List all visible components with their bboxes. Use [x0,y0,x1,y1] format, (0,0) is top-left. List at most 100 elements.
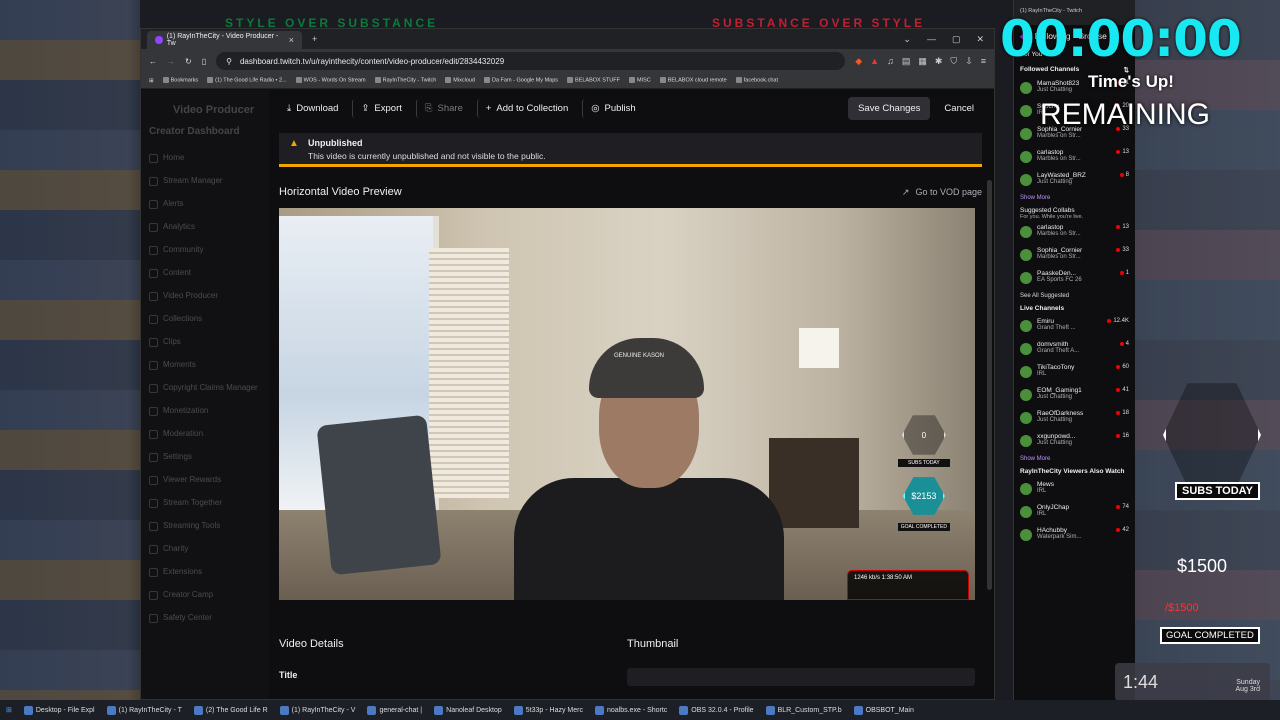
save-changes-button[interactable]: Save Changes [848,96,931,120]
sidebar-item[interactable]: Settings [149,446,261,469]
add-to-collection-button[interactable]: + Add to Collection [476,98,576,118]
taskbar-item[interactable]: OBSBOT_Main [853,705,914,715]
sidebar-item[interactable]: Moderation [149,423,261,446]
channel-row[interactable]: carlastop Marbles on Str... 13 [1014,222,1135,245]
sidebar-item[interactable]: Clips [149,331,261,354]
sidebar-item[interactable]: Moments [149,354,261,377]
forward-icon[interactable]: → [167,57,175,66]
bookmark-item[interactable]: BELABOX cloud remote [659,77,727,84]
avatar [1020,483,1032,495]
sidebar-item[interactable]: Content [149,262,261,285]
publish-button[interactable]: ◎ Publish [582,98,643,118]
bookmark-item[interactable]: MISC [628,77,651,84]
channel-row[interactable]: PaaskeDen... EA Sports FC 26 1 [1014,268,1135,291]
channel-row[interactable]: Sophia_Cornier Marbles on Str... 33 [1014,245,1135,268]
sidebar-item[interactable]: Stream Together [149,492,261,515]
sidebar-item[interactable]: Monetization [149,400,261,423]
taskbar-item[interactable]: BLR_Custom_STP.b [765,705,842,715]
see-all-suggested-link[interactable]: See All Suggested [1014,291,1135,301]
wallet-icon[interactable]: ▦ [918,56,927,67]
menu-icon[interactable]: ≡ [981,56,986,67]
bookmark-icon[interactable]: ▯ [202,57,206,66]
browser-tab[interactable]: (1) RayInTheCity - Video Producer - Tw × [147,31,302,49]
minimize-icon[interactable]: — [927,34,936,45]
go-to-vod-link[interactable]: ↗ Go to VOD page [902,187,982,198]
video-preview[interactable]: GENUINE KASON 0 SUBS TODAY $2153 GOAL CO… [279,208,975,600]
channel-row[interactable]: EOM_Gaming1 Just Chatting 41 [1014,385,1135,408]
bookmark-item[interactable]: Da Fam - Google My Maps [484,77,558,84]
sidebar-item[interactable]: Collections [149,308,261,331]
channel-row[interactable]: OnlyJChap IRL 74 [1014,502,1135,525]
viewer-count: 4 [1119,341,1129,347]
warning-icon[interactable]: ▲ [870,56,879,67]
channel-row[interactable]: LayWasted_BRZ Just Chatting 8 [1014,170,1135,193]
channel-row[interactable]: TikiTacoTony IRL 60 [1014,362,1135,385]
taskbar-item[interactable]: OBS 32.0.4 - Profile [679,705,754,715]
sidebar-item[interactable]: Stream Manager [149,170,261,193]
taskbar-item[interactable]: (1) RayInTheCity - V [279,705,355,715]
taskbar-item[interactable]: general-chat | [367,705,422,715]
close-tab-icon[interactable]: × [289,35,294,45]
url-field[interactable]: ⚲ dashboard.twitch.tv/u/rayinthecity/con… [216,52,846,70]
bookmark-item[interactable]: (1) The Good Life Radio • 2... [207,77,287,84]
app-icon [106,705,116,715]
sidebar-item[interactable]: Analytics [149,216,261,239]
new-tab-icon[interactable]: + [312,34,317,44]
site-info-icon[interactable]: ⚲ [226,57,232,66]
channel-row[interactable]: domvsmith Grand Theft A... 4 [1014,339,1135,362]
taskbar-item[interactable]: (1) RayInTheCity - T [106,705,182,715]
windows-start-icon[interactable]: ⊞ [6,706,12,714]
download-button[interactable]: ⤓ Download [279,99,346,118]
close-window-icon[interactable]: ✕ [976,34,984,45]
scrollbar[interactable] [987,180,992,590]
show-more-live-link[interactable]: Show More [1014,454,1135,464]
taskbar-item[interactable]: noalbs.exe - Shortc [594,705,667,715]
chevron-down-icon[interactable]: ⌄ [903,34,911,45]
channel-row[interactable]: carlastop Marbles on Str... 13 [1014,147,1135,170]
cancel-button[interactable]: Cancel [936,97,982,120]
sidebar-icon[interactable]: ▤ [902,56,911,67]
maximize-icon[interactable]: ▢ [952,34,961,45]
taskbar-item[interactable]: Desktop - File Expl [23,705,95,715]
channel-row[interactable]: Emiru Grand Theft ... 12.4K [1014,316,1135,339]
bookmark-item[interactable]: Bookmarks [162,77,198,84]
sidebar-item[interactable]: Charity [149,538,261,561]
sidebar-item[interactable]: Viewer Rewards [149,469,261,492]
channel-row[interactable]: RaeOfDarkness Just Chatting 18 [1014,408,1135,431]
thumbnail-box[interactable] [627,668,975,686]
download-icon[interactable]: ⇩ [965,56,973,67]
sidebar-item[interactable]: Video Producer [149,285,261,308]
shield-icon[interactable]: ⛉ [950,56,957,67]
bookmark-item[interactable]: BELABOX STUFF [567,77,620,84]
brave-icon[interactable]: ◆ [855,56,862,67]
bookmark-item[interactable]: RayInTheCity - Twitch [374,77,436,84]
channel-row[interactable]: xxgunpowd... Just Chatting 16 [1014,431,1135,454]
bookmark-item[interactable]: Mixcloud [445,77,475,84]
sidebar-item[interactable]: Community [149,239,261,262]
extensions-icon[interactable]: ✱ [935,56,943,67]
media-icon[interactable]: ♫ [887,56,894,67]
sidebar-item[interactable]: Copyright Claims Manager [149,377,261,400]
goal-amount: $2153 [902,477,945,515]
sidebar-item[interactable]: Streaming Tools [149,515,261,538]
bookmark-item[interactable]: facebook.chat [735,77,778,84]
viewer-count-value: 1 [1125,270,1129,276]
sidebar-item[interactable]: Extensions [149,561,261,584]
share-button[interactable]: ⎘ Share [415,98,471,118]
sidebar-item[interactable]: Home [149,147,261,170]
channel-row[interactable]: HAchubby Waterpark Sim... 42 [1014,525,1135,548]
taskbar-item[interactable]: 5t33p - Hazy Merc [513,705,583,715]
taskbar-item[interactable]: Nanoleaf Desktop [434,705,502,715]
show-more-link[interactable]: Show More [1014,193,1135,203]
back-icon[interactable]: ← [149,57,157,66]
channel-category: Marbles on Str... [1037,133,1081,139]
sidebar-item[interactable]: Alerts [149,193,261,216]
apps-icon[interactable]: ⊞ [149,78,154,84]
reload-icon[interactable]: ↻ [185,57,192,66]
sidebar-item[interactable]: Creator Camp [149,584,261,607]
bookmark-item[interactable]: WOS - Words On Stream [295,77,366,84]
export-button[interactable]: ⇪ Export [352,98,409,118]
channel-row[interactable]: Mews IRL [1014,479,1135,502]
sidebar-item[interactable]: Safety Center [149,607,261,630]
taskbar-item[interactable]: (2) The Good Life R [193,705,268,715]
